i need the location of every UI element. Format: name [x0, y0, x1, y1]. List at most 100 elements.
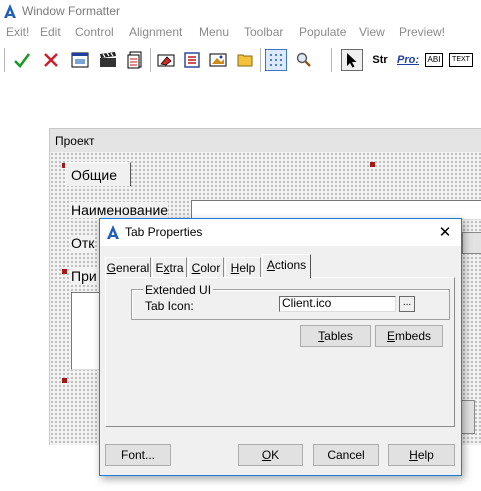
list-box-button[interactable]	[181, 49, 203, 71]
open-label: Отк	[71, 235, 95, 251]
text-tool-label: TEXT	[449, 53, 473, 67]
menu-menu[interactable]: Menu	[199, 25, 229, 39]
image-button[interactable]	[207, 49, 229, 71]
tab-general-rest: eneral	[115, 261, 150, 275]
menu-bar: Exit! Edit Control Alignment Menu Toolba…	[0, 23, 481, 43]
cross-icon	[44, 53, 58, 67]
ok-accel: O	[261, 448, 272, 462]
eraser-icon	[157, 54, 175, 67]
toolbar-separator	[4, 48, 5, 72]
design-tab-general[interactable]: Общие	[65, 162, 131, 186]
ok-button[interactable]: OK	[238, 444, 303, 466]
cancel-x-button[interactable]	[40, 49, 62, 71]
image-icon	[209, 53, 227, 67]
close-button[interactable]: ✕	[435, 222, 455, 242]
help-accel: H	[409, 448, 418, 462]
lookup-button[interactable]	[462, 232, 481, 254]
document-icon	[127, 51, 142, 69]
tab-strip: General Extra Color Help Actions	[105, 254, 455, 278]
menu-populate[interactable]: Populate	[299, 25, 346, 39]
embeds-button[interactable]: Embeds	[375, 325, 443, 347]
tab-actions[interactable]: Actions	[262, 254, 311, 278]
check-icon	[14, 53, 31, 68]
ok-check-button[interactable]	[11, 49, 33, 71]
designer-title: Проект	[55, 134, 95, 148]
close-icon: ✕	[438, 224, 452, 241]
app-icon	[107, 225, 119, 239]
tab-extra-rest: tra	[169, 261, 184, 275]
clapper-button[interactable]	[97, 49, 119, 71]
cancel-button-label: Cancel	[327, 448, 365, 462]
menu-alignment[interactable]: Alignment	[129, 25, 182, 39]
toolbar: Str Pro: ABI TEXT	[0, 46, 481, 74]
dialog-title: Tab Properties	[125, 225, 203, 239]
tab-actions-accel: A	[266, 258, 275, 272]
window-icon	[71, 52, 89, 68]
tab-icon-label: Tab Icon:	[145, 299, 194, 313]
title-bar: Window Formatter	[0, 0, 481, 23]
menu-preview[interactable]: Preview!	[399, 25, 445, 39]
selection-handle[interactable]	[370, 162, 375, 167]
tables-rest: ables	[324, 329, 353, 343]
tab-icon-input[interactable]: Client.ico	[279, 296, 396, 312]
tab-actions-rest: ctions	[274, 258, 307, 272]
help-rest: elp	[417, 448, 434, 462]
prompt-tool-button[interactable]: Pro:	[395, 49, 421, 71]
erase-button[interactable]	[155, 49, 177, 71]
ellipsis-icon: ...	[402, 297, 412, 308]
grid-toggle-button[interactable]	[265, 49, 287, 71]
toolbar-separator	[331, 48, 332, 72]
tab-properties-dialog: Tab Properties ✕ General Extra Color Hel…	[99, 218, 462, 476]
tab-help[interactable]: Help	[225, 257, 261, 277]
menu-exit[interactable]: Exit!	[6, 25, 29, 39]
folder-button[interactable]	[234, 49, 256, 71]
tab-general[interactable]: General	[105, 257, 151, 277]
tab-extra[interactable]: Extra	[152, 257, 187, 277]
extended-ui-group-title: Extended UI	[143, 283, 214, 297]
selection-handle[interactable]	[62, 378, 67, 383]
embeds-accel: E	[386, 329, 395, 343]
pointer-tool-button[interactable]	[341, 49, 363, 71]
window-title: Window Formatter	[22, 4, 121, 18]
entry-tool-label: ABI	[424, 53, 444, 67]
string-tool-button[interactable]: Str	[368, 49, 392, 71]
toolbar-separator	[260, 48, 261, 72]
tab-help-rest: elp	[239, 261, 256, 275]
app-icon	[4, 4, 16, 18]
menu-view[interactable]: View	[359, 25, 385, 39]
window-props-button[interactable]	[69, 49, 91, 71]
name-field[interactable]	[191, 200, 481, 220]
menu-toolbar[interactable]: Toolbar	[244, 25, 283, 39]
note-label: При	[71, 268, 97, 284]
folder-icon	[237, 54, 253, 67]
tab-color[interactable]: Color	[188, 257, 224, 277]
tables-button[interactable]: Tables	[300, 325, 371, 347]
string-tool-label: Str	[372, 54, 388, 66]
font-button[interactable]: Font...	[105, 444, 171, 466]
magnifier-icon	[296, 52, 311, 67]
selection-handle[interactable]	[62, 269, 67, 274]
designer-title-bar: Проект	[49, 128, 481, 152]
toolbar-separator	[150, 48, 151, 72]
tab-color-rest: olor	[200, 261, 221, 275]
entry-tool-button[interactable]: ABI	[423, 49, 445, 71]
clapperboard-icon	[100, 52, 116, 67]
grid-icon	[270, 54, 282, 66]
name-label: Наименование	[71, 202, 169, 218]
prompt-tool-label: Pro:	[397, 54, 419, 66]
zoom-button[interactable]	[293, 49, 315, 71]
font-button-label: Font...	[120, 448, 155, 462]
tab-extra-pre: E	[155, 261, 164, 275]
help-button[interactable]: Help	[388, 444, 455, 466]
report-button[interactable]	[124, 49, 146, 71]
cancel-button[interactable]: Cancel	[313, 444, 379, 466]
list-icon	[184, 52, 200, 68]
tab-general-accel: G	[106, 261, 116, 275]
text-tool-button[interactable]: TEXT	[449, 49, 473, 71]
design-tab-label: Общие	[71, 167, 118, 183]
embeds-rest: mbeds	[394, 329, 432, 343]
menu-control[interactable]: Control	[75, 25, 114, 39]
menu-edit[interactable]: Edit	[40, 25, 61, 39]
dialog-title-bar: Tab Properties ✕	[100, 219, 461, 246]
browse-icon-button[interactable]: ...	[399, 296, 415, 312]
